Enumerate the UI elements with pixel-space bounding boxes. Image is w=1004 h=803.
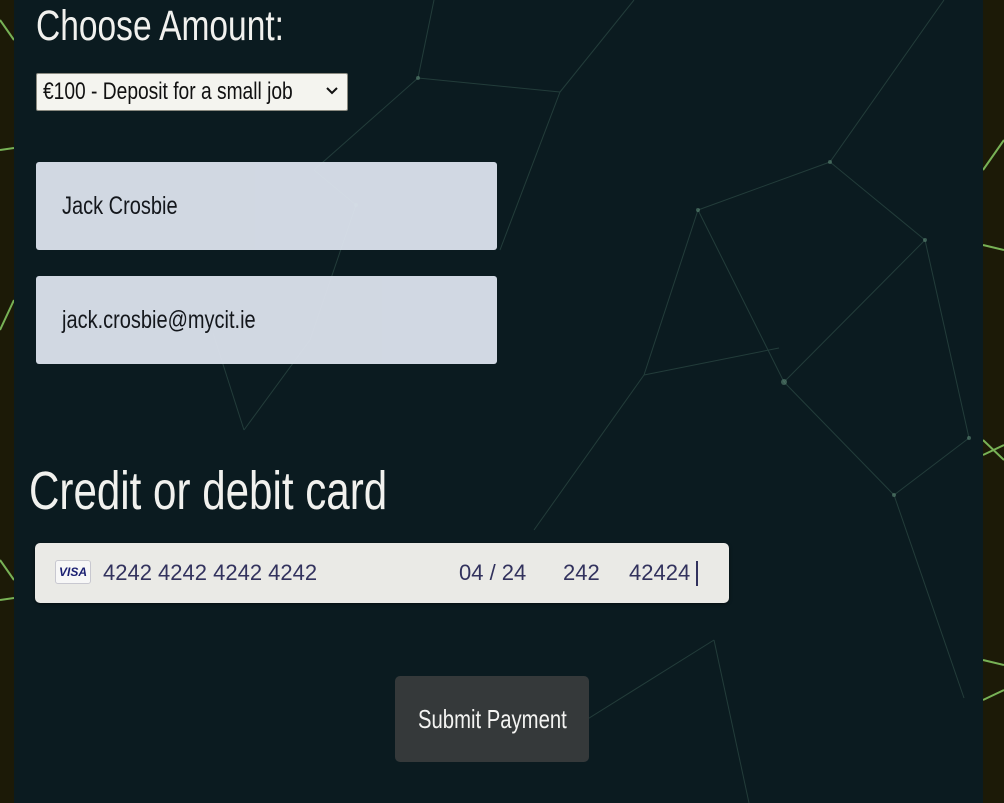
payment-panel: Choose Amount: €100 - Deposit for a smal… (14, 0, 983, 803)
name-field-value: Jack Crosbie (62, 191, 178, 220)
email-field-value: jack.crosbie@mycit.ie (62, 305, 256, 334)
amount-select-value: €100 - Deposit for a small job (43, 78, 293, 105)
card-heading: Credit or debit card (29, 461, 388, 521)
page: Choose Amount: €100 - Deposit for a smal… (0, 0, 1004, 803)
amount-select[interactable]: €100 - Deposit for a small job (36, 73, 348, 111)
email-field[interactable]: jack.crosbie@mycit.ie (36, 276, 497, 364)
chevron-down-icon (326, 87, 338, 95)
card-cvc-input[interactable]: 242 (563, 560, 600, 586)
card-number-input[interactable]: 4242 4242 4242 4242 (103, 560, 317, 586)
submit-payment-button[interactable]: Submit Payment (395, 676, 589, 762)
card-postal-input[interactable]: 42424 (629, 560, 690, 586)
payment-form: Choose Amount: €100 - Deposit for a smal… (14, 0, 983, 803)
card-element[interactable]: VISA 4242 4242 4242 4242 04 / 24 242 424… (35, 543, 729, 603)
text-caret (696, 561, 698, 586)
choose-amount-heading: Choose Amount: (36, 2, 284, 50)
visa-icon: VISA (55, 560, 91, 584)
submit-payment-label: Submit Payment (417, 703, 567, 734)
name-field[interactable]: Jack Crosbie (36, 162, 497, 250)
card-expiry-input[interactable]: 04 / 24 (459, 560, 526, 586)
